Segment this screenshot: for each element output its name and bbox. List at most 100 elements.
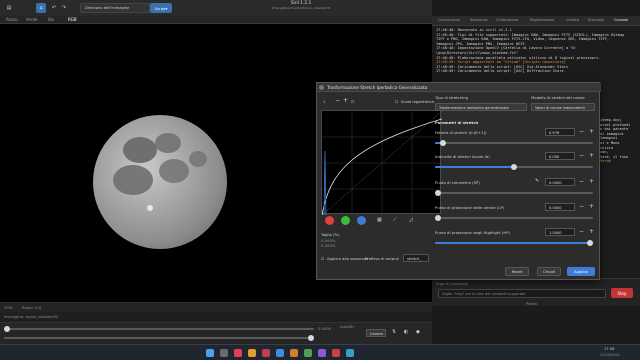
eyedropper-icon[interactable]: ✎ (535, 178, 539, 184)
zoom-in-icon[interactable]: + (343, 98, 348, 104)
green-channel-toggle[interactable] (341, 216, 350, 225)
grid-icon[interactable]: ▦ (377, 217, 382, 223)
tab-registration[interactable]: Registrazione (530, 18, 554, 22)
moon-image (93, 115, 227, 249)
script-button[interactable]: Script ▾ (150, 3, 172, 13)
close-icon[interactable] (319, 85, 324, 90)
increment-icon[interactable]: + (589, 204, 594, 210)
tab-blue[interactable]: Blu (48, 17, 54, 22)
highlight-protection-input[interactable]: 1.0000 (545, 228, 575, 236)
hist-zoom-value: 1 (323, 99, 326, 104)
flip-icon[interactable]: ⇅ (392, 329, 396, 335)
tab-green[interactable]: Verde (26, 17, 37, 22)
app-icon[interactable] (262, 349, 270, 357)
symmetry-slider[interactable] (435, 190, 593, 196)
app-icon[interactable] (318, 349, 326, 357)
open-icon[interactable]: ▤ (4, 3, 14, 13)
apply-button[interactable]: Applica (567, 267, 595, 276)
checkbox-icon[interactable]: ☐ (351, 99, 354, 104)
high-slider[interactable] (4, 335, 314, 341)
symmetry-input[interactable]: 0.0000 (545, 178, 575, 186)
ght-dialog: Trasformazione Stretch Iperbolica Genera… (316, 82, 601, 280)
histogram-peak (323, 150, 327, 216)
app-icon[interactable] (234, 349, 242, 357)
close-button[interactable]: Chiudi (537, 267, 561, 276)
red-channel-toggle[interactable] (325, 216, 334, 225)
invert-icon[interactable]: ◐ (404, 329, 408, 335)
tab-sequence[interactable]: Sequenza (470, 18, 488, 22)
app-icon[interactable] (304, 349, 312, 357)
app-icon[interactable] (290, 349, 298, 357)
tab-red[interactable]: Rosso (6, 17, 18, 22)
slider-knob[interactable] (435, 190, 441, 196)
tab-calibration[interactable]: Calibrazione (496, 18, 518, 22)
start-icon[interactable] (206, 349, 214, 357)
stretch-type-combo[interactable]: Trasformazione iperbolica generalizzata (435, 103, 527, 111)
local-intensity-input[interactable]: 0.000 (545, 152, 575, 160)
directory-label: Directorio dell'immagine (85, 6, 130, 10)
log-scale-checkbox[interactable]: ☐ (395, 99, 398, 104)
zoom-out-icon[interactable]: − (335, 98, 340, 104)
blue-channel-toggle[interactable] (357, 216, 366, 225)
slider-knob[interactable] (511, 164, 517, 170)
curve-icon[interactable]: ⟋ (393, 217, 397, 223)
output-prefix-input[interactable]: stretch_ (403, 254, 429, 262)
clock-time: 17:58 (604, 347, 615, 351)
tab-conversion[interactable]: Conversione (438, 18, 460, 22)
shadow-protection-slider[interactable] (435, 215, 593, 221)
decrement-icon[interactable]: − (579, 129, 584, 135)
mare-region (159, 159, 189, 183)
low-slider[interactable] (4, 326, 314, 332)
reset-label: Reset (511, 269, 523, 274)
browser-icon[interactable] (276, 349, 284, 357)
zoom-value: 0.0000 (318, 326, 332, 331)
slider-knob[interactable] (587, 240, 593, 246)
increment-icon[interactable]: + (589, 179, 594, 185)
redo-icon[interactable]: ↷ (60, 3, 68, 13)
reset-button[interactable]: Reset (505, 267, 529, 276)
sequence-checkbox[interactable]: ☐ (321, 256, 324, 261)
decrement-icon[interactable]: − (579, 229, 584, 235)
color-model-combo[interactable]: Valori di canale indipendenti (531, 103, 595, 111)
decrement-icon[interactable]: − (579, 153, 584, 159)
increment-icon[interactable]: + (589, 153, 594, 159)
search-icon[interactable] (220, 349, 228, 357)
colormap-icon[interactable]: ◆ (416, 329, 420, 335)
siril-icon[interactable] (346, 349, 354, 357)
decrement-icon[interactable]: − (579, 179, 584, 185)
folder-icon[interactable] (248, 349, 256, 357)
histogram-svg (321, 110, 443, 216)
apply-label: Applica (574, 269, 588, 274)
tab-stacking[interactable]: Stacking (588, 18, 604, 22)
decrement-icon[interactable]: − (579, 204, 584, 210)
console-line: Verde (600, 159, 611, 164)
highlight-protection-slider[interactable] (435, 240, 593, 246)
stretch-factor-input[interactable]: 0.978 (545, 128, 575, 136)
histogram-icon[interactable]: ◿ (409, 217, 413, 223)
tab-rgb[interactable]: RGB (68, 17, 77, 22)
shadow-protection-input[interactable]: 0.0000 (545, 203, 575, 211)
slider-knob[interactable] (435, 215, 441, 221)
sequence-label: Applica alla sequenza (327, 256, 369, 261)
local-intensity-slider[interactable] (435, 164, 593, 170)
slider-fill (435, 166, 514, 168)
histogram-plot[interactable] (321, 110, 443, 216)
command-input[interactable]: Digita "help" per la lista dei comandi s… (438, 289, 606, 298)
home-icon[interactable]: ⌂ (36, 3, 46, 13)
slider-knob[interactable] (439, 140, 446, 146)
working-directory-button[interactable]: Directorio dell'immagine (80, 3, 150, 13)
siril-app: ▤ ⌂ ↶ ↷ Directorio dell'immagine Script … (0, 0, 640, 360)
slider-fill (435, 242, 593, 244)
increment-icon[interactable]: + (589, 129, 594, 135)
stop-button[interactable]: Stop (611, 288, 633, 298)
stretch-factor-slider[interactable] (435, 140, 593, 146)
app-icon[interactable] (332, 349, 340, 357)
tab-console[interactable]: Console (614, 18, 628, 22)
tab-plot[interactable]: Grafica (566, 18, 579, 22)
radius-readout: Radio: 0.0 (22, 305, 42, 310)
increment-icon[interactable]: + (589, 229, 594, 235)
console-line: 17:48:49: Caricamento dello script: [OSC… (436, 69, 564, 74)
undo-icon[interactable]: ↶ (50, 3, 58, 13)
mare-region (113, 165, 153, 195)
display-mode-combo[interactable]: Lineare (366, 329, 386, 337)
